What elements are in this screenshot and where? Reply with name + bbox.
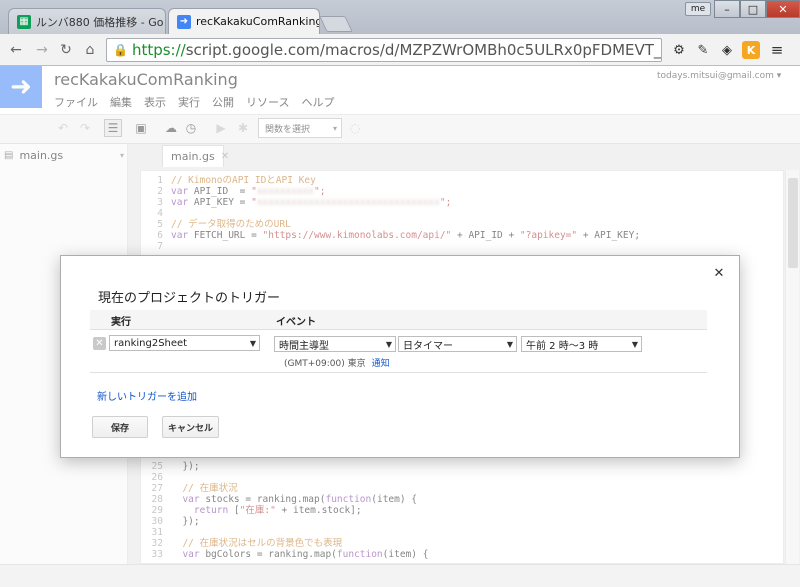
tab-title: recKakakuComRanking <box>196 15 320 28</box>
tab-spreadsheet[interactable]: ▦ ルンバ880 価格推移 - Go ✕ <box>8 8 166 34</box>
dialog-title: 現在のプロジェクトのトリガー <box>98 291 281 306</box>
column-header-run: 実行 <box>111 317 131 328</box>
run-function-select[interactable]: ranking2Sheet ▼ <box>109 335 260 351</box>
close-icon[interactable]: ✕ <box>164 15 166 28</box>
menu-icon[interactable]: ≡ <box>768 41 786 59</box>
event-type-value: 時間主導型 <box>279 340 329 352</box>
sheets-icon: ▦ <box>17 14 31 29</box>
timer-type-select[interactable]: 日タイマー ▼ <box>398 336 517 352</box>
close-icon[interactable]: ✕ <box>712 266 726 281</box>
lock-icon: 🔒 <box>113 43 128 57</box>
timer-type-value: 日タイマー <box>403 340 453 352</box>
timezone-row: (GMT+09:00) 東京 通知 <box>284 356 390 369</box>
trigger-table-header <box>90 310 707 330</box>
kippt-icon[interactable]: K <box>742 41 760 59</box>
url-path: script.google.com/macros/d/MZPZWrOMBh0c5… <box>185 41 662 59</box>
event-type-select[interactable]: 時間主導型 ▼ <box>274 336 396 352</box>
settings-gear-icon[interactable]: ⚙ <box>670 41 688 59</box>
notify-link[interactable]: 通知 <box>372 356 390 369</box>
delete-trigger-icon[interactable]: ✕ <box>93 337 106 350</box>
tab-title: ルンバ880 価格推移 - Go <box>36 15 164 29</box>
profile-badge[interactable]: me <box>685 2 711 16</box>
address-bar[interactable]: 🔒 https:// script.google.com/macros/d/MZ… <box>106 38 662 62</box>
time-range-select[interactable]: 午前 2 時～3 時 ▼ <box>521 336 642 352</box>
timezone-label: (GMT+09:00) 東京 <box>284 359 366 369</box>
chevron-down-icon: ▼ <box>385 339 392 349</box>
maximize-button[interactable]: □ <box>740 0 766 18</box>
evernote-icon[interactable]: ✎ <box>694 41 712 59</box>
chevron-down-icon: ▼ <box>249 338 256 348</box>
cancel-button[interactable]: キャンセル <box>162 416 219 438</box>
chevron-down-icon: ▼ <box>506 339 513 349</box>
forward-icon[interactable]: → <box>34 42 50 58</box>
back-icon[interactable]: ← <box>8 42 24 58</box>
time-range-value: 午前 2 時～3 時 <box>526 340 599 352</box>
reload-icon[interactable]: ↻ <box>58 42 74 58</box>
close-window-button[interactable]: ✕ <box>766 0 800 18</box>
run-function-value: ranking2Sheet <box>114 337 188 349</box>
pocket-icon[interactable]: ◈ <box>718 41 736 59</box>
tab-apps-script[interactable]: ➜ recKakakuComRanking ✕ <box>168 8 320 34</box>
save-button[interactable]: 保存 <box>92 416 148 438</box>
minimize-button[interactable]: – <box>714 0 740 18</box>
home-icon[interactable]: ⌂ <box>82 42 98 58</box>
url-scheme: https:// <box>131 41 186 59</box>
divider <box>90 372 707 373</box>
apps-script-icon: ➜ <box>177 14 191 29</box>
column-header-event: イベント <box>276 317 316 328</box>
add-trigger-link[interactable]: 新しいトリガーを追加 <box>97 388 197 403</box>
chevron-down-icon: ▼ <box>631 339 638 349</box>
